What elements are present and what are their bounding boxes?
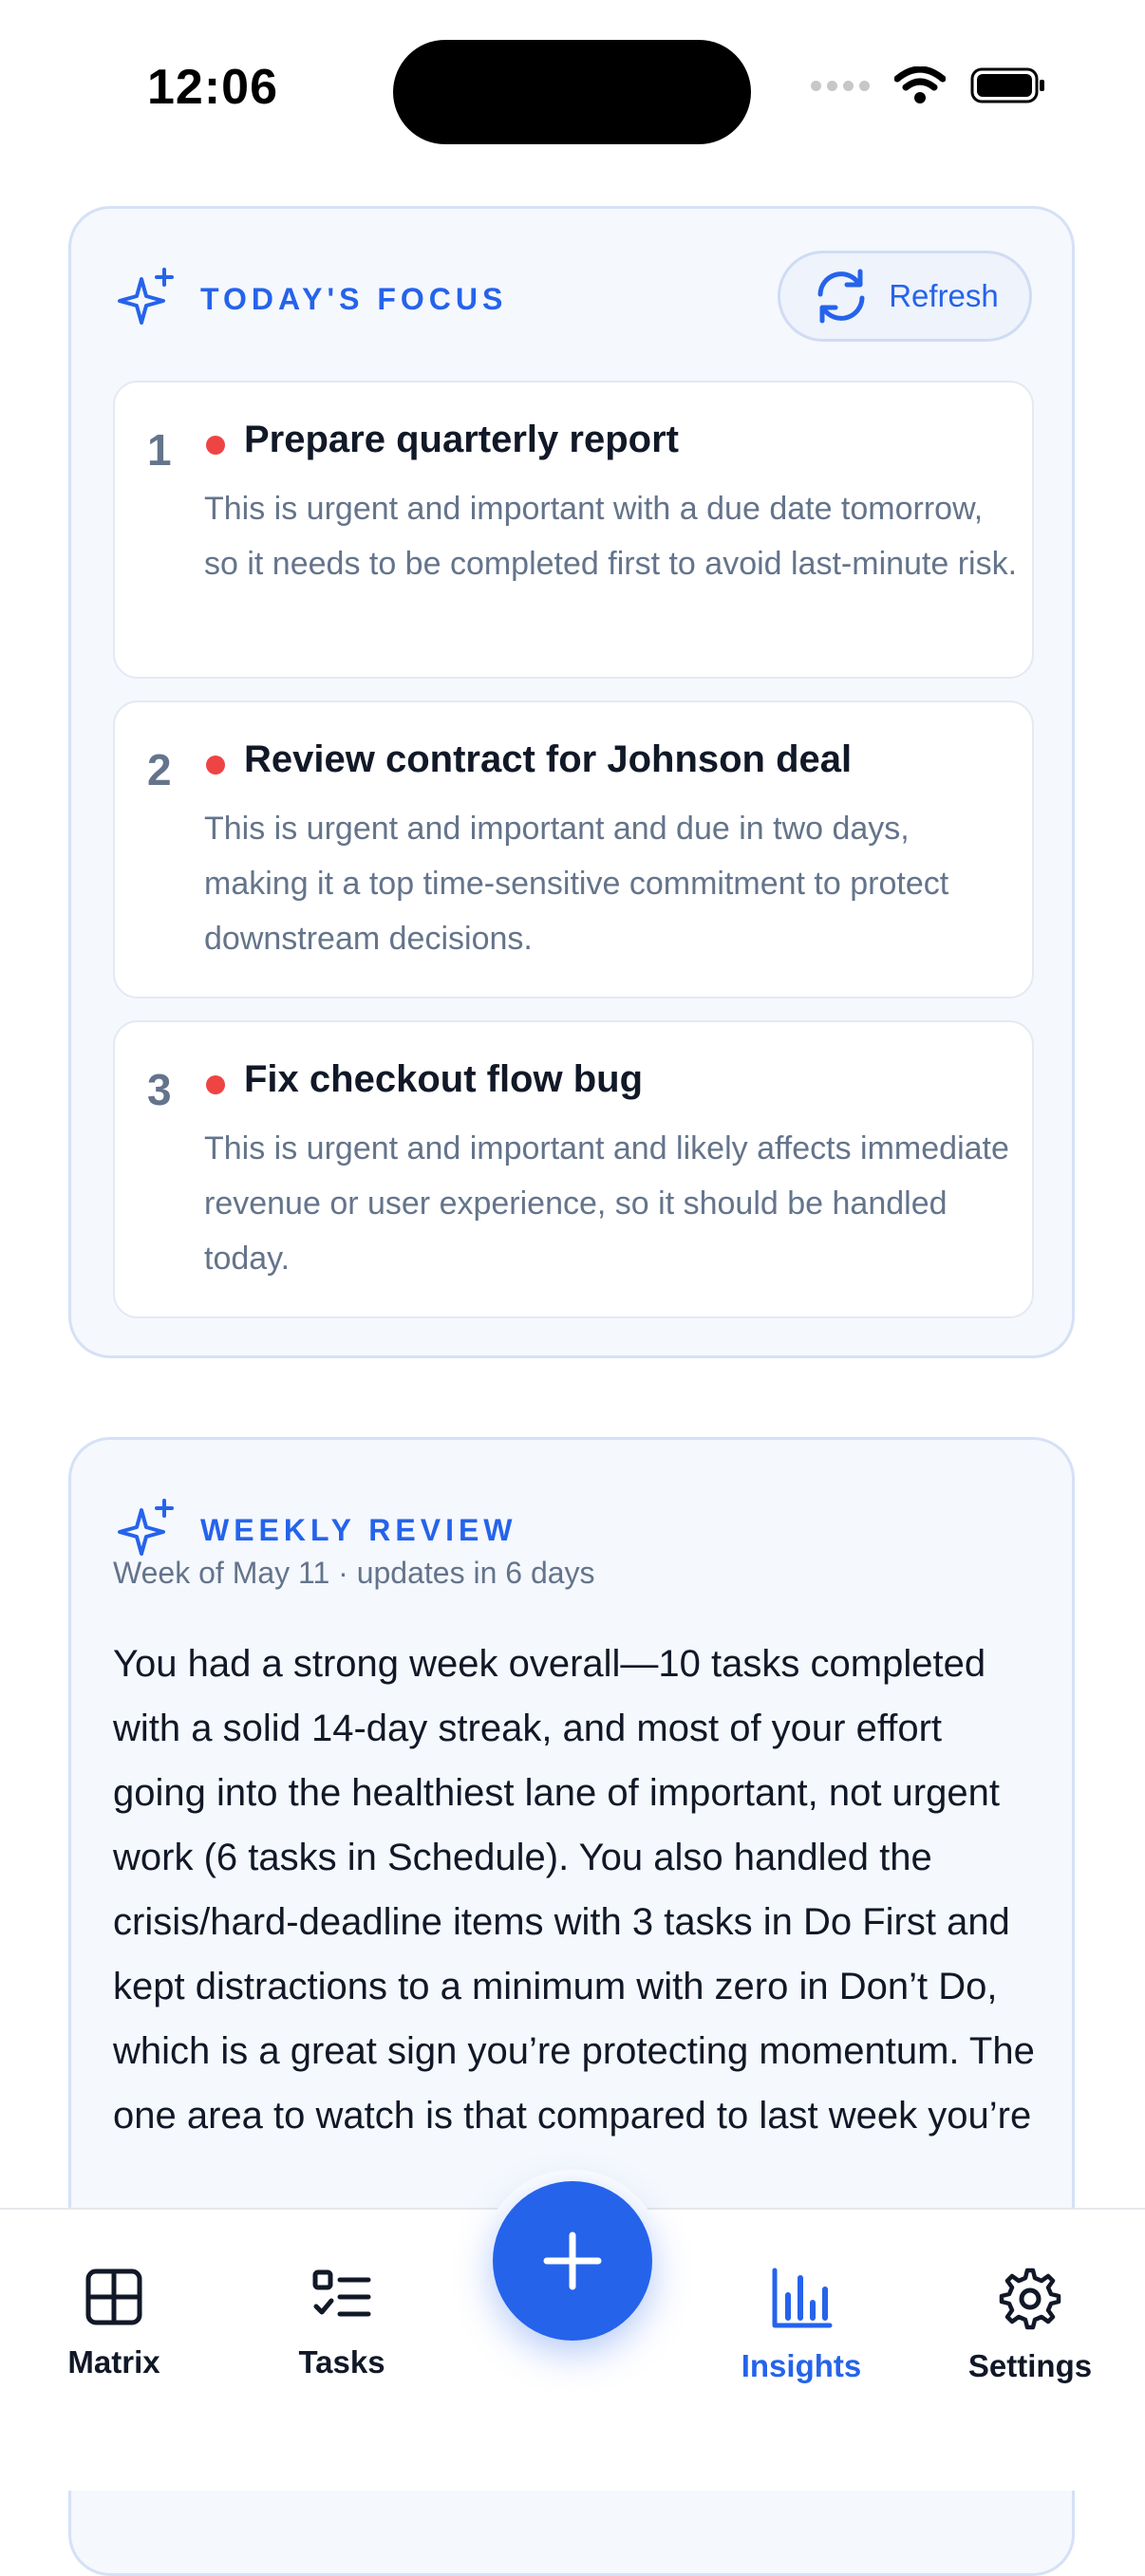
focus-item[interactable]: 2 Review contract for Johnson deal This …	[113, 700, 1034, 999]
todays-focus-card: TODAY'S FOCUS Refresh 1 Prepare quarterl…	[68, 206, 1075, 1358]
priority-dot	[206, 1075, 225, 1094]
focus-item-title: Review contract for Johnson deal	[244, 738, 853, 780]
focus-item-title: Prepare quarterly report	[244, 419, 679, 460]
focus-item-number: 3	[147, 1065, 172, 1114]
tab-label: Insights	[741, 2348, 862, 2383]
tab-insights[interactable]: Insights	[706, 2267, 896, 2384]
battery-icon	[970, 67, 1044, 103]
sparkles-icon	[118, 1499, 174, 1556]
status-time: 12:06	[147, 60, 278, 115]
focus-header: TODAY'S FOCUS	[113, 266, 507, 332]
bar-chart-icon	[772, 2268, 833, 2328]
plus-icon	[543, 2231, 602, 2290]
tab-label: Tasks	[298, 2344, 385, 2380]
focus-item-description: This is urgent and important with a due …	[204, 491, 1018, 582]
weekly-subtitle: Week of May 11 · updates in 6 days	[113, 1556, 595, 1590]
focus-item-number: 1	[147, 425, 172, 475]
grid-icon	[85, 2268, 142, 2325]
focus-item-description: This is urgent and important and due in …	[204, 811, 949, 957]
focus-item-number: 2	[147, 745, 172, 794]
weekly-header: WEEKLY REVIEW	[113, 1497, 517, 1563]
tab-label: Matrix	[67, 2344, 160, 2380]
cellular-signal-icon	[811, 80, 870, 91]
gear-icon	[999, 2268, 1061, 2330]
dynamic-island	[393, 40, 751, 144]
tab-label: Settings	[967, 2348, 1093, 2383]
checklist-icon	[312, 2269, 371, 2317]
focus-item[interactable]: 3 Fix checkout flow bug This is urgent a…	[113, 1020, 1034, 1318]
focus-item-title: Fix checkout flow bug	[244, 1058, 644, 1100]
tab-settings[interactable]: Settings	[935, 2267, 1125, 2384]
status-icons	[811, 66, 1046, 104]
sparkles-icon	[118, 268, 174, 325]
refresh-label: Refresh	[889, 278, 999, 313]
priority-dot	[206, 436, 225, 455]
wifi-icon	[894, 66, 946, 103]
focus-title: TODAY'S FOCUS	[200, 281, 508, 316]
tab-tasks[interactable]: Tasks	[247, 2267, 437, 2380]
weekly-summary: You had a strong week overall—10 tasks c…	[113, 1643, 1035, 2137]
tab-matrix[interactable]: Matrix	[19, 2267, 209, 2380]
refresh-icon	[817, 269, 865, 324]
focus-item[interactable]: 1 Prepare quarterly report This is urgen…	[113, 381, 1034, 679]
priority-dot	[206, 756, 225, 775]
add-task-button[interactable]	[493, 2181, 652, 2341]
refresh-button[interactable]: Refresh	[778, 251, 1032, 342]
weekly-title: WEEKLY REVIEW	[200, 1512, 517, 1547]
focus-item-description: This is urgent and important and likely …	[204, 1130, 1009, 1277]
